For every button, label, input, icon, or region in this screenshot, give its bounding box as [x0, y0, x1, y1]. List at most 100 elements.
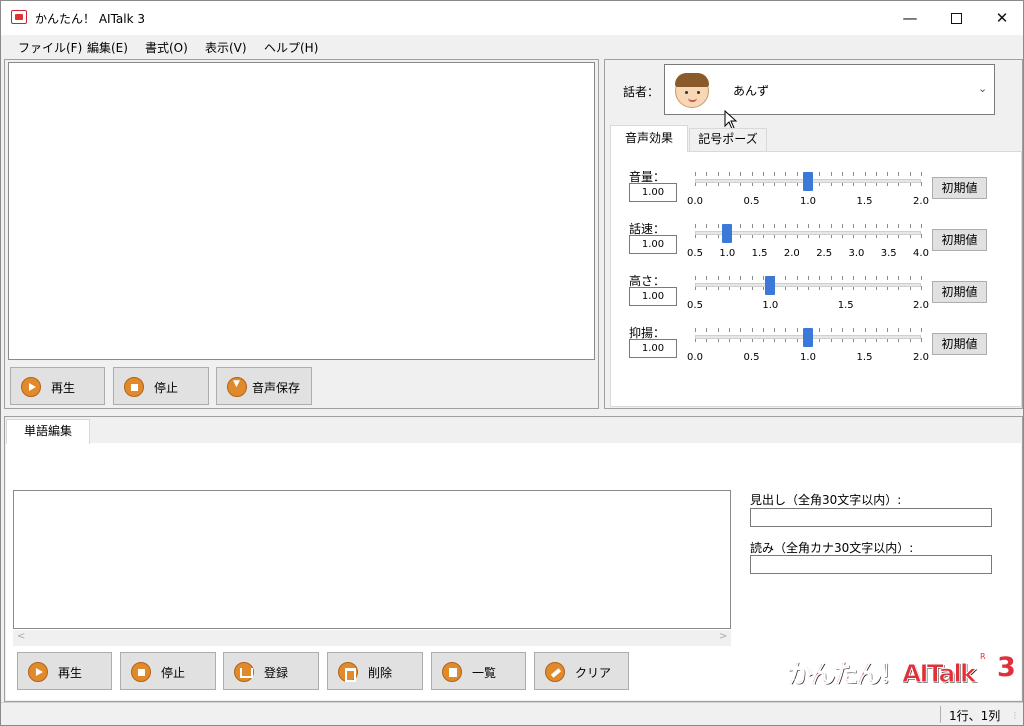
stop-icon	[131, 662, 151, 682]
stop-icon	[124, 377, 144, 397]
slider-tick-label: 0.0	[687, 196, 703, 207]
slider-tick-label: 2.0	[913, 352, 929, 363]
speaker-select[interactable]: あんず ⌄	[664, 64, 995, 115]
delete-button[interactable]: 削除	[327, 652, 423, 690]
stop-label: 停止	[154, 381, 179, 395]
slider-tick-label: 3.0	[848, 248, 865, 259]
title-bar: かんたん！ AITalk 3 — ✕	[1, 1, 1023, 35]
slider-tick-label: 1.0	[762, 300, 779, 311]
slider-value-input[interactable]: 1.00	[629, 235, 677, 254]
play-button[interactable]: 再生	[10, 367, 105, 405]
slider-tick-label: 2.0	[783, 248, 800, 259]
slider-tick-label: 1.0	[800, 352, 816, 363]
cursor-position: 1行、1列	[949, 709, 1001, 723]
slider-tick-label: 1.0	[800, 196, 816, 207]
slider-tick-label: 4.0	[913, 248, 929, 259]
slider-track[interactable]	[695, 283, 921, 287]
slider-tick-label: 0.5	[687, 300, 703, 311]
slider-tick-label: 2.0	[913, 300, 929, 311]
text-panel	[4, 59, 599, 409]
scroll-left-icon[interactable]: <	[17, 631, 25, 642]
list-icon	[442, 662, 462, 682]
speaker-avatar	[675, 73, 709, 108]
slider-thumb[interactable]	[803, 328, 813, 347]
wav-save-icon	[227, 377, 247, 397]
mouse-cursor-icon	[724, 110, 738, 130]
slider-value-input[interactable]: 1.00	[629, 183, 677, 202]
reset-default-button[interactable]: 初期値	[932, 177, 987, 199]
logo-text: かんたん！AITalk	[787, 659, 978, 689]
minimize-button[interactable]: —	[887, 1, 933, 35]
slider-tick-label: 1.0	[719, 248, 736, 259]
reading-input[interactable]	[750, 555, 992, 574]
slider-tick-label: 1.5	[856, 196, 873, 207]
slider-tick-label: 0.5	[743, 352, 760, 363]
save-audio-label: 音声保存	[252, 381, 301, 395]
menu-format[interactable]: 書式(O)	[145, 39, 188, 56]
word-stop-label: 停止	[161, 666, 186, 680]
menu-bar: ファイル(F) 編集(E) 書式(O) 表示(V) ヘルプ(H)	[1, 35, 1023, 57]
slider-tick-label: 2.5	[816, 248, 833, 259]
play-icon	[28, 662, 48, 682]
menu-help[interactable]: ヘルプ(H)	[264, 39, 318, 56]
app-window: かんたん！ AITalk 3 — ✕ ファイル(F) 編集(E) 書式(O) 表…	[0, 0, 1024, 726]
clear-button[interactable]: クリア	[534, 652, 629, 690]
clear-label: クリア	[575, 666, 612, 680]
reset-default-button[interactable]: 初期値	[932, 229, 987, 251]
scroll-right-icon[interactable]: >	[719, 631, 727, 642]
main-text-area[interactable]	[8, 62, 595, 360]
speaker-app-icon	[11, 10, 27, 24]
resize-grip-icon[interactable]: ⋮	[1011, 711, 1019, 720]
slider-tick-label: 1.5	[751, 248, 768, 259]
maximize-button[interactable]	[933, 1, 979, 35]
slider-ticks	[695, 276, 922, 290]
slider-value-input[interactable]: 1.00	[629, 287, 677, 306]
word-play-button[interactable]: 再生	[17, 652, 112, 690]
play-label: 再生	[51, 381, 76, 395]
tab-voice-effects[interactable]: 音声効果	[610, 125, 688, 152]
list-label: 一覧	[472, 666, 497, 680]
speaker-name: あんず	[733, 84, 770, 98]
slider-tick-label: 1.5	[856, 352, 873, 363]
eraser-icon	[545, 662, 565, 682]
slider-tick-label: 3.5	[880, 248, 897, 259]
slider-value-input[interactable]: 1.00	[629, 339, 677, 358]
close-button[interactable]: ✕	[979, 1, 1024, 35]
trash-icon	[338, 662, 358, 682]
stop-button[interactable]: 停止	[113, 367, 209, 405]
menu-file[interactable]: ファイル(F)	[18, 39, 82, 56]
speaker-label: 話者：	[623, 85, 660, 99]
tab-symbol-pause[interactable]: 記号ポーズ	[689, 128, 767, 151]
status-bar: 1行、1列 ⋮	[1, 702, 1023, 725]
menu-view[interactable]: 表示(V)	[205, 39, 247, 56]
save-audio-button[interactable]: 音声保存	[216, 367, 312, 405]
register-label: 登録	[264, 666, 289, 680]
slider-tick-label: 0.5	[687, 248, 703, 259]
play-icon	[21, 377, 41, 397]
book-icon	[234, 662, 254, 682]
reading-label: 読み（全角カナ30文字以内）:	[750, 541, 914, 555]
word-stop-button[interactable]: 停止	[120, 652, 216, 690]
register-button[interactable]: 登録	[223, 652, 319, 690]
slider-tick-label: 0.0	[687, 352, 703, 363]
horizontal-scrollbar[interactable]: < >	[13, 630, 731, 646]
heading-input[interactable]	[750, 508, 992, 527]
menu-edit[interactable]: 編集(E)	[87, 39, 128, 56]
word-list-area[interactable]	[13, 490, 731, 629]
reset-default-button[interactable]: 初期値	[932, 333, 987, 355]
slider-thumb[interactable]	[765, 276, 776, 295]
slider-tick-label: 0.5	[743, 196, 760, 207]
slider-thumb[interactable]	[803, 172, 813, 191]
tab-word-edit[interactable]: 単語編集	[6, 419, 90, 444]
chevron-down-icon: ⌄	[978, 82, 988, 95]
delete-label: 削除	[368, 666, 393, 680]
logo-version: 3	[997, 652, 1016, 683]
reset-default-button[interactable]: 初期値	[932, 281, 987, 303]
window-title: かんたん！ AITalk 3	[35, 12, 145, 26]
slider-tick-label: 1.5	[837, 300, 854, 311]
logo-registered-mark: R	[980, 652, 986, 661]
maximize-icon	[950, 13, 962, 24]
slider-thumb[interactable]	[722, 224, 733, 243]
list-button[interactable]: 一覧	[431, 652, 526, 690]
word-play-label: 再生	[58, 666, 83, 680]
